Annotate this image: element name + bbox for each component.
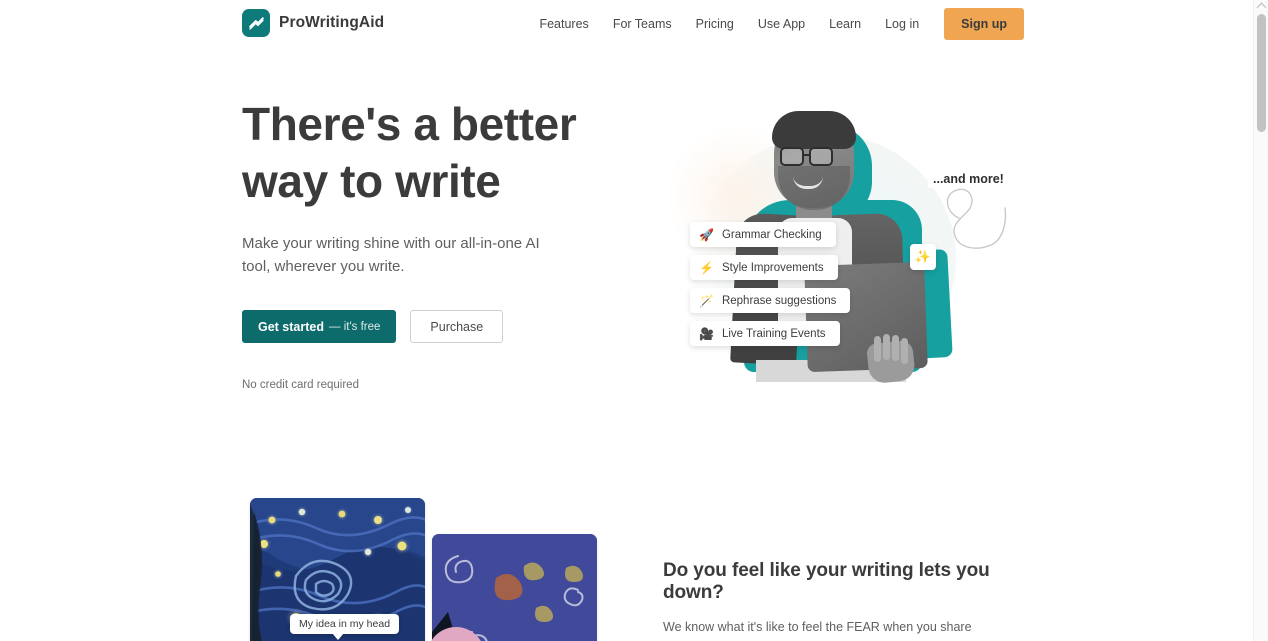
rocket-icon: 🚀 (699, 227, 714, 242)
idea-vs-reality-illustration: My idea in my head (242, 495, 642, 641)
feature-pill-label: Grammar Checking (721, 228, 822, 241)
hero-cta-row: Get started — it's free Purchase (242, 310, 642, 343)
get-started-suffix: — it's free (329, 320, 381, 333)
purchase-button[interactable]: Purchase (410, 310, 504, 343)
feature-pill-label: Rephrase suggestions (721, 294, 837, 307)
nav-link-for-teams[interactable]: For Teams (601, 11, 684, 37)
page-scrollbar[interactable] (1253, 0, 1268, 641)
main-navigation: Features For Teams Pricing Use App Learn… (527, 0, 1024, 48)
magic-wand-icon: 🪄 (699, 293, 714, 308)
feature-pill-label: Live Training Events (721, 327, 826, 340)
crude-drawing-panel (432, 534, 597, 641)
hero-subtitle: Make your writing shine with our all-in-… (242, 235, 540, 275)
get-started-button[interactable]: Get started — it's free (242, 310, 397, 343)
brand-name: ProWritingAid (279, 14, 385, 31)
idea-caption-bubble: My idea in my head (290, 614, 400, 640)
hero-illustration: ...and more! ✨ 🚀 Grammar Checking ⚡ Styl… (660, 96, 1020, 396)
feature-pill-live-training-events: 🎥 Live Training Events (690, 321, 840, 346)
page-title: There's a better way to write (242, 98, 577, 207)
nav-link-use-app[interactable]: Use App (746, 11, 817, 37)
site-header: ProWritingAid Features For Teams Pricing… (0, 0, 1253, 48)
no-credit-card-note: No credit card required (242, 379, 359, 391)
writing-lets-you-down-section: Do you feel like your writing lets you d… (663, 560, 1023, 641)
feature-pill-list: 🚀 Grammar Checking ⚡ Style Improvements … (690, 222, 851, 346)
nav-link-learn[interactable]: Learn (817, 11, 873, 37)
hero-text-column: There's a better way to write Make your … (242, 96, 642, 391)
scroll-up-arrow-icon[interactable] (1256, 2, 1267, 13)
nav-link-pricing[interactable]: Pricing (684, 11, 746, 37)
nav-link-log-in[interactable]: Log in (873, 11, 931, 37)
landing-page: ProWritingAid Features For Teams Pricing… (0, 0, 1268, 641)
prowritingaid-book-logo-icon (242, 9, 270, 37)
section-body-text: We know what it's like to feel the FEAR … (663, 620, 989, 641)
sparkle-badge-icon: ✨ (910, 244, 936, 270)
get-started-label: Get started (258, 319, 324, 334)
section-heading: Do you feel like your writing lets you d… (663, 560, 990, 603)
feature-pill-style-improvements: ⚡ Style Improvements (690, 255, 838, 280)
lightning-bolt-icon: ⚡ (699, 260, 714, 275)
sign-up-button[interactable]: Sign up (944, 8, 1024, 40)
feature-pill-label: Style Improvements (721, 261, 824, 274)
feature-pill-rephrase-suggestions: 🪄 Rephrase suggestions (690, 288, 851, 313)
brand-logo-link[interactable]: ProWritingAid (242, 9, 384, 37)
nav-link-features[interactable]: Features (527, 11, 600, 37)
video-camera-icon: 🎥 (699, 326, 714, 341)
and-more-label: ...and more! (928, 170, 1009, 188)
scrollbar-thumb[interactable] (1257, 14, 1266, 132)
feature-pill-grammar-checking: 🚀 Grammar Checking (690, 222, 836, 247)
